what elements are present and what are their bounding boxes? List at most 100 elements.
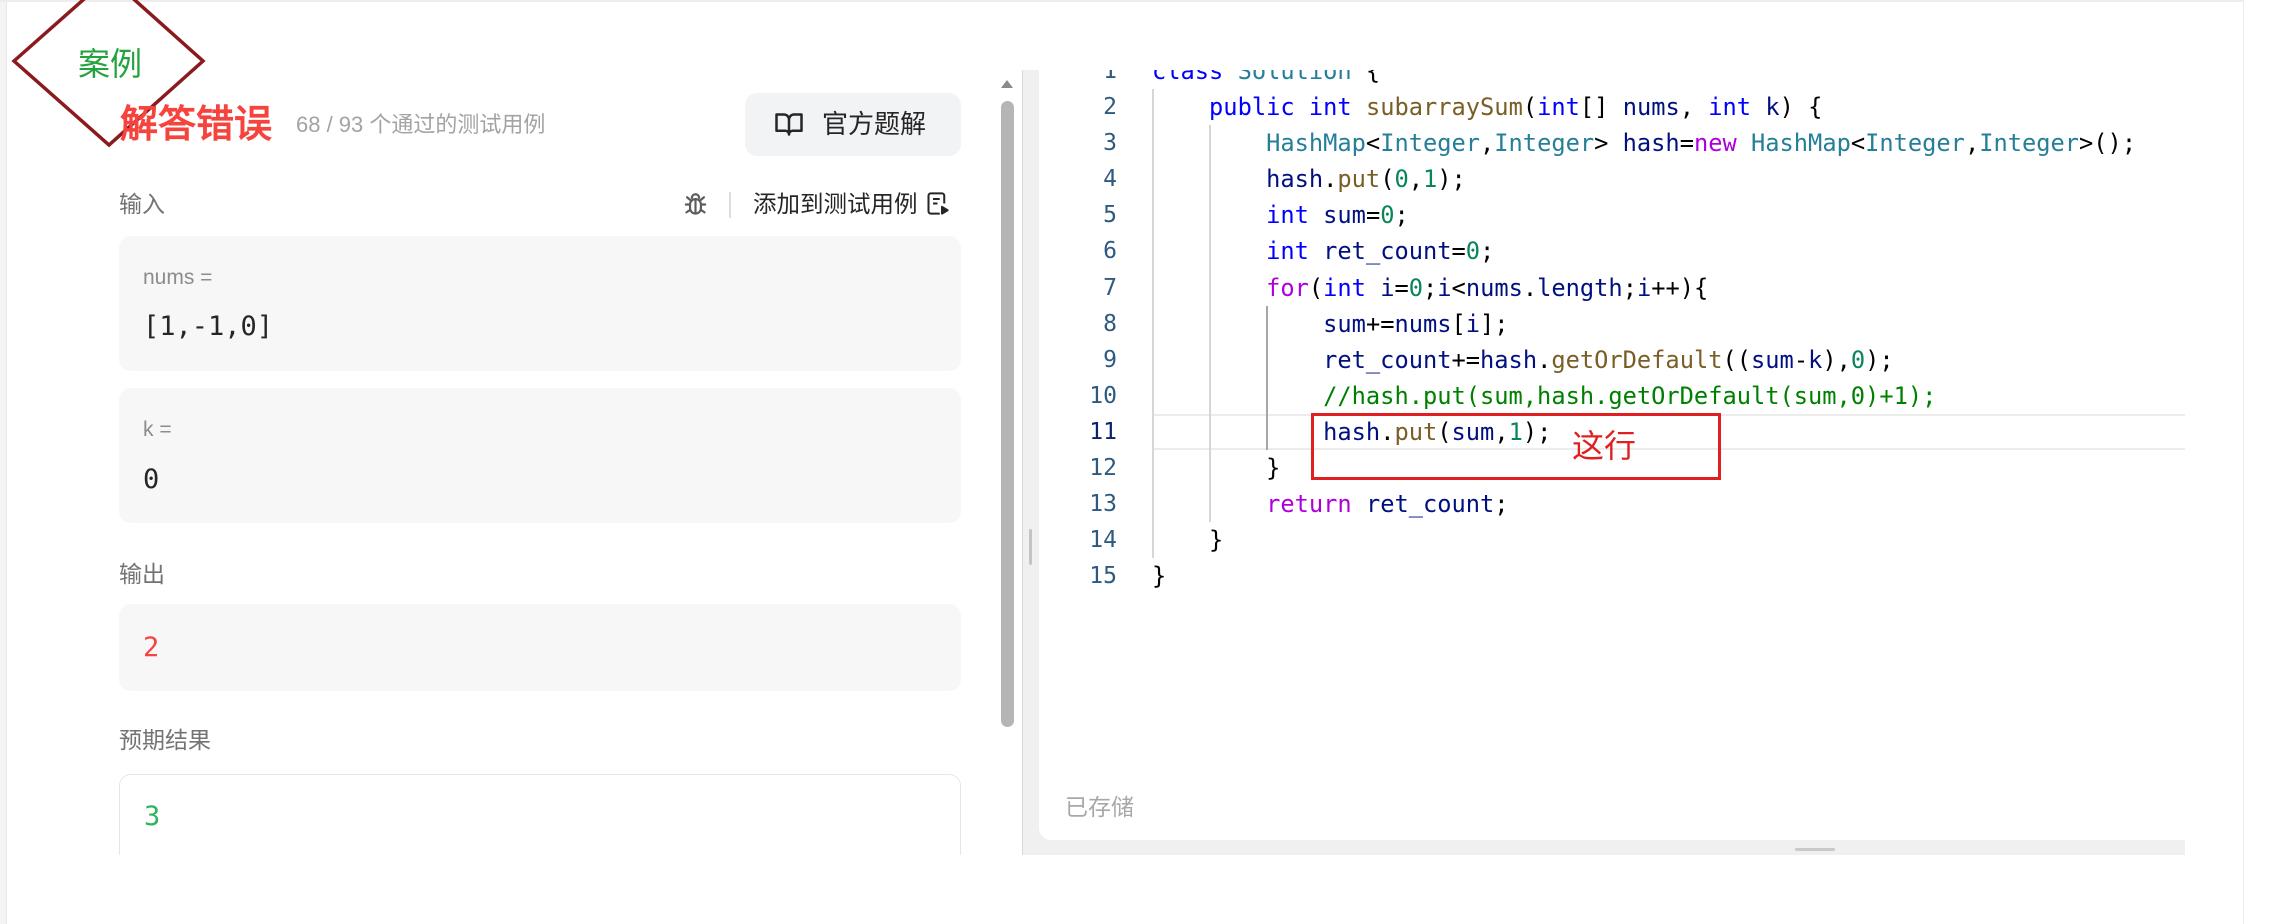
- code-token: Integer: [1979, 129, 2080, 158]
- code-token: Integer: [1380, 129, 1481, 158]
- code-token: =: [1365, 201, 1381, 230]
- code-token: sum: [1751, 345, 1794, 374]
- line-number: 15: [1089, 563, 1117, 590]
- line-number: 10: [1089, 382, 1117, 409]
- bug-icon[interactable]: [681, 190, 710, 219]
- code-token: );: [1865, 345, 1894, 374]
- code-line[interactable]: 15}: [1039, 558, 2185, 594]
- code-line[interactable]: 4 hash.put(0,1);: [1039, 161, 2185, 197]
- code-line[interactable]: 1 class Solution {: [1039, 70, 2185, 89]
- line-number: 1: [1103, 70, 1117, 84]
- expected-value: 3: [144, 801, 161, 832]
- output-card: 2: [119, 604, 961, 691]
- param-name: k =: [143, 418, 172, 441]
- code-token: k: [1765, 93, 1780, 122]
- code-lines[interactable]: 1 class Solution {2 public int subarraySu…: [1039, 70, 2185, 613]
- code-text: }: [1152, 450, 1280, 486]
- panel-resize-handle[interactable]: [1029, 529, 1032, 565]
- line-number: 9: [1103, 346, 1117, 373]
- code-line[interactable]: 8 sum+=nums[i];: [1039, 306, 2185, 342]
- code-token: }: [1209, 526, 1224, 555]
- code-text: for(int i=0;i<nums.length;i++){: [1152, 270, 1708, 306]
- code-token: Integer: [1494, 129, 1595, 158]
- code-token: <: [1451, 273, 1466, 302]
- editor-resize-handle[interactable]: [1795, 848, 1835, 851]
- code-token: (: [1380, 165, 1395, 194]
- code-token: ) {: [1779, 93, 1823, 122]
- code-text: hash.put(0,1);: [1152, 161, 1466, 197]
- code-token: }: [1266, 454, 1281, 483]
- add-to-testcase-button[interactable]: 添加到测试用例: [753, 190, 953, 218]
- line-number: 12: [1089, 455, 1117, 482]
- code-token: (: [1308, 273, 1324, 302]
- code-line[interactable]: 9 ret_count+=hash.getOrDefault((sum-k),0…: [1039, 342, 2185, 378]
- input-label: 输入: [119, 191, 165, 217]
- line-number: 8: [1103, 310, 1117, 337]
- code-text: //hash.put(sum,hash.getOrDefault(sum,0)+…: [1152, 378, 1936, 414]
- code-line[interactable]: 10 //hash.put(sum,hash.getOrDefault(sum,…: [1039, 378, 2185, 414]
- code-line[interactable]: 2 public int subarraySum(int[] nums, int…: [1039, 89, 2185, 125]
- code-token: return: [1266, 490, 1352, 519]
- code-token: [: [1451, 309, 1466, 338]
- code-token: {: [1351, 70, 1381, 85]
- code-token: Integer: [1865, 129, 1965, 158]
- code-token: nums: [1465, 273, 1523, 302]
- code-text: class Solution {: [1152, 70, 1380, 89]
- line-number: 4: [1103, 166, 1117, 193]
- code-token: 1: [1423, 165, 1438, 194]
- testcase-add-icon: [927, 192, 949, 215]
- code-token: (: [1522, 93, 1538, 122]
- code-token: >: [1594, 129, 1623, 158]
- code-token: 0: [1394, 165, 1409, 194]
- code-line[interactable]: 5 int sum=0;: [1039, 197, 2185, 233]
- code-token: 0: [1850, 345, 1866, 374]
- code-text: ret_count+=hash.getOrDefault((sum-k),0);: [1152, 342, 1894, 378]
- code-token: i: [1380, 273, 1395, 302]
- result-panel: 案例 解答错误 68 / 93 个通过的测试用例 官方题解 输入 添加到测试用例…: [0, 0, 1018, 855]
- line-number: 7: [1103, 274, 1117, 301]
- scrollbar-thumb[interactable]: [1001, 101, 1014, 727]
- code-token: new: [1693, 129, 1737, 158]
- code-token: ++){: [1651, 273, 1709, 302]
- toolbar-divider: [729, 192, 731, 218]
- code-token: <: [1365, 129, 1381, 158]
- code-line[interactable]: 6 int ret_count=0;: [1039, 233, 2185, 269]
- code-text: int ret_count=0;: [1152, 233, 1494, 269]
- code-token: 0: [1465, 237, 1481, 266]
- code-token: int: [1708, 93, 1752, 122]
- code-token: ;: [1423, 273, 1438, 302]
- code-token: ];: [1480, 309, 1509, 338]
- code-token: ((: [1722, 345, 1752, 374]
- expected-label: 预期结果: [119, 727, 211, 753]
- code-token: .: [1537, 345, 1552, 374]
- code-token: int: [1308, 93, 1352, 122]
- official-solution-button[interactable]: 官方题解: [745, 93, 961, 156]
- scroll-up-arrow[interactable]: [1001, 80, 1013, 88]
- code-token: ;: [1394, 201, 1409, 230]
- window-right-edge: [2243, 0, 2244, 924]
- code-line[interactable]: 14 }: [1039, 522, 2185, 558]
- passed-testcases-summary: 68 / 93 个通过的测试用例: [296, 112, 546, 137]
- code-line[interactable]: 13 return ret_count;: [1039, 486, 2185, 522]
- code-token: .: [1522, 273, 1538, 302]
- code-token: hash: [1480, 345, 1538, 374]
- code-token: for: [1266, 273, 1309, 302]
- code-token: class: [1152, 70, 1224, 85]
- code-line[interactable]: 3 HashMap<Integer,Integer> hash=new Hash…: [1039, 125, 2185, 161]
- code-line[interactable]: 7 for(int i=0;i<nums.length;i++){: [1039, 270, 2185, 306]
- output-label: 输出: [119, 561, 165, 587]
